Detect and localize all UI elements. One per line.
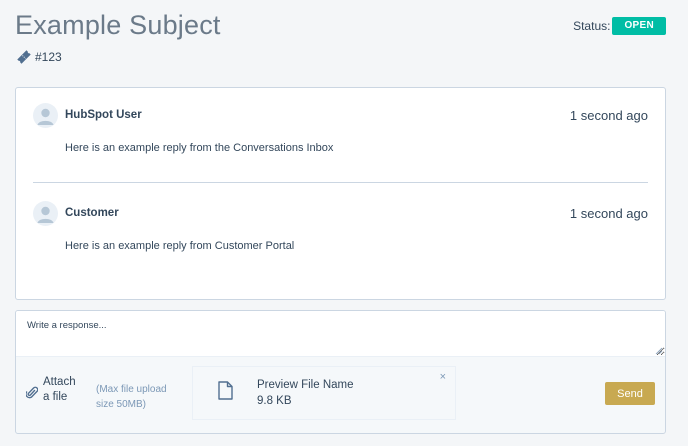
user-icon [37, 206, 54, 223]
ticket-status: Status: OPEN [573, 17, 666, 35]
message-body: Here is an example reply from the Conver… [65, 142, 334, 154]
status-label: Status: [573, 19, 611, 33]
message-body: Here is an example reply from Customer P… [65, 240, 295, 252]
message-divider [33, 182, 648, 183]
message-author: HubSpot User [65, 109, 142, 121]
attach-file-button[interactable]: Attach a file [25, 375, 85, 405]
ticket-page: Example Subject #123 Status: OPEN HubSpo… [0, 0, 688, 446]
avatar [33, 201, 58, 226]
ticket-icon [16, 49, 32, 65]
file-icon [218, 381, 233, 405]
paperclip-icon [25, 386, 39, 405]
send-button[interactable]: Send [605, 382, 655, 405]
message-time: 1 second ago [569, 206, 648, 221]
close-icon[interactable]: × [440, 371, 446, 383]
status-badge: OPEN [612, 17, 666, 35]
attach-file-label: Attach a file [43, 376, 76, 403]
attachment-name: Preview File Name [257, 379, 354, 391]
attach-file-hint: (Max file upload size 50MB) [96, 384, 167, 410]
reply-composer: Attach a file (Max file upload size 50MB… [15, 310, 666, 434]
attachment-preview: Preview File Name 9.8 KB × [192, 366, 456, 420]
reply-input[interactable] [16, 311, 665, 357]
conversation-thread: HubSpot User 1 second ago Here is an exa… [15, 87, 666, 300]
user-icon [37, 108, 54, 125]
ticket-id: #123 [16, 49, 62, 65]
avatar [33, 103, 58, 128]
ticket-id-text: #123 [35, 50, 62, 64]
message-author: Customer [65, 207, 119, 219]
message-time: 1 second ago [569, 108, 648, 123]
ticket-subject: Example Subject [15, 10, 221, 40]
attachment-size: 9.8 KB [257, 395, 292, 407]
